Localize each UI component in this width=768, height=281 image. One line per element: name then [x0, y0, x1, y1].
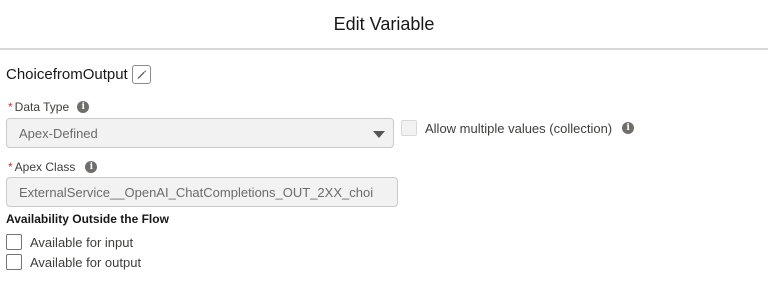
available-for-output-label: Available for output [30, 254, 142, 270]
info-icon[interactable]: i [77, 101, 90, 113]
apex-class-input[interactable]: ExternalService__OpenAI_ChatCompletions_… [6, 177, 398, 207]
data-type-label-text: Data Type [14, 100, 70, 114]
info-icon[interactable]: i [85, 161, 98, 173]
modal-title: Edit Variable [333, 13, 435, 34]
allow-multiple-label: Allow multiple values (collection) [425, 120, 613, 136]
variable-name-row: ChoicefromOutput [6, 63, 151, 85]
available-for-input-label: Available for input [30, 234, 134, 250]
available-output-row: Available for output [6, 253, 141, 271]
allow-multiple-row: Allow multiple values (collection) i [401, 119, 635, 137]
available-for-input-checkbox[interactable] [6, 234, 22, 250]
variable-api-name: ChoicefromOutput [6, 65, 128, 83]
edit-name-button[interactable] [131, 64, 151, 84]
required-marker: * [8, 160, 13, 174]
availability-section-title: Availability Outside the Flow [6, 212, 169, 226]
apex-class-value: ExternalService__OpenAI_ChatCompletions_… [19, 184, 374, 200]
data-type-value: Apex-Defined [19, 125, 98, 141]
apex-class-label: * Apex Class i [8, 160, 98, 174]
chevron-down-icon [373, 131, 385, 138]
modal-header: Edit Variable [0, 0, 768, 50]
apex-class-label-text: Apex Class [14, 160, 76, 174]
pencil-icon [137, 69, 146, 79]
data-type-label: * Data Type i [8, 100, 90, 114]
allow-multiple-checkbox[interactable] [401, 120, 417, 136]
available-for-output-checkbox[interactable] [6, 254, 22, 270]
data-type-select[interactable]: Apex-Defined [6, 118, 394, 148]
required-marker: * [8, 100, 13, 114]
info-icon[interactable]: i [622, 122, 635, 134]
available-input-row: Available for input [6, 233, 133, 251]
